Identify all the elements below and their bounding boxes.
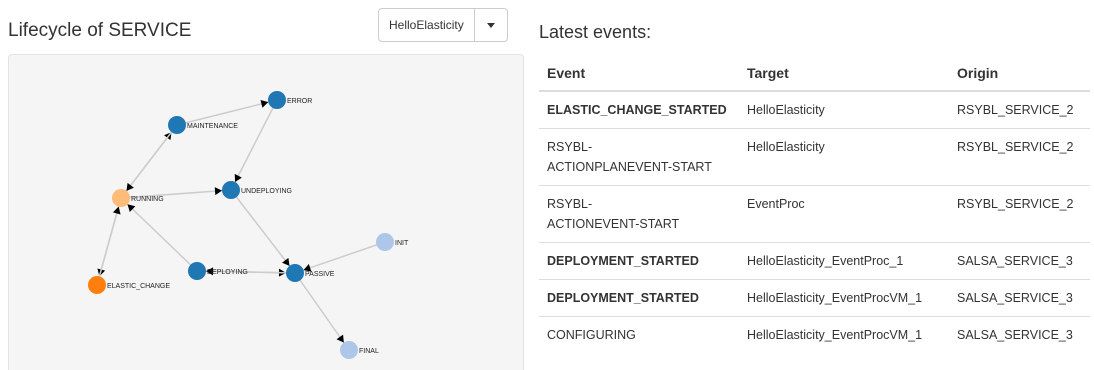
- edge-deploying-to-running: [126, 203, 198, 272]
- cell-target: HelloElasticity: [739, 128, 949, 186]
- arrowhead-icon: [126, 182, 134, 191]
- lifecycle-graph-panel: ERROR MAINTENANCE RUNNING UNDEPLOYING INIT DE…: [8, 54, 524, 370]
- table-row: ELASTIC_CHANGE_STARTED HelloElasticity RSY…: [539, 90, 1090, 129]
- cell-event: DEPLOYMENT_STARTED: [539, 242, 739, 280]
- node-passive[interactable]: PASSIVE: [286, 264, 335, 282]
- cell-origin: RSYBL_SERVICE_2: [949, 90, 1090, 129]
- node-circle[interactable]: [168, 116, 186, 134]
- node-circle[interactable]: [376, 233, 394, 251]
- caret-down-icon: [486, 22, 495, 28]
- events-header-row: Event Target Origin: [539, 54, 1090, 92]
- node-circle[interactable]: [112, 189, 130, 207]
- node-error[interactable]: ERROR: [268, 91, 312, 109]
- node-init[interactable]: INIT: [376, 233, 409, 251]
- cell-event: CONFIGURING: [539, 316, 739, 353]
- node-circle[interactable]: [188, 262, 206, 280]
- node-label: ELASTIC_CHANGE: [107, 283, 170, 290]
- node-circle[interactable]: [88, 276, 106, 294]
- arrowhead-icon: [282, 257, 290, 266]
- lifecycle-title: Lifecycle of SERVICE: [8, 20, 192, 41]
- arrowhead-icon: [112, 206, 121, 215]
- arrowhead-icon: [336, 334, 344, 343]
- node-final[interactable]: FINAL: [340, 341, 379, 359]
- node-label: UNDEPLOYING: [241, 188, 292, 195]
- node-circle[interactable]: [222, 181, 240, 199]
- events-table: Event Target Origin ELASTIC_CHANGE_START…: [539, 54, 1090, 353]
- edge-maintenance-to-running: [125, 124, 178, 192]
- node-label: MAINTENANCE: [187, 123, 238, 130]
- node-circle[interactable]: [286, 264, 304, 282]
- edge-maintenance-to-error: [176, 101, 269, 126]
- node-label: INIT: [395, 240, 409, 247]
- table-row: DEPLOYMENT_STARTED HelloElasticity_EventP…: [539, 279, 1090, 317]
- node-label: FINAL: [359, 348, 379, 355]
- cell-origin: RSYBL_SERVICE_2: [949, 185, 1090, 243]
- node-circle[interactable]: [268, 91, 286, 109]
- table-row: RSYBL- ACTIONEVENT-START EventProc RSYBL_SE…: [539, 185, 1090, 243]
- events-title: Latest events:: [539, 22, 652, 42]
- arrowhead-icon: [214, 187, 223, 196]
- lifecycle-graph: ERROR MAINTENANCE RUNNING UNDEPLOYING INIT DE…: [88, 91, 409, 359]
- service-select-value[interactable]: HelloElasticity: [379, 9, 475, 41]
- column-header-target[interactable]: Target: [739, 54, 949, 92]
- edge-elastic_change-to-running: [96, 206, 120, 286]
- cell-origin: RSYBL_SERVICE_2: [949, 128, 1090, 186]
- node-label: RUNNING: [131, 196, 164, 203]
- cell-origin: SALSA_SERVICE_3: [949, 316, 1090, 353]
- cell-event: RSYBL- ACTIONPLANEVENT-START: [539, 128, 739, 186]
- table-row: DEPLOYMENT_STARTED HelloElasticity_EventP…: [539, 242, 1090, 280]
- service-select[interactable]: HelloElasticity: [378, 8, 508, 42]
- cell-event: DEPLOYMENT_STARTED: [539, 279, 739, 317]
- node-label: PASSIVE: [305, 271, 335, 278]
- node-running[interactable]: RUNNING: [112, 189, 164, 207]
- node-label: ERROR: [287, 98, 312, 105]
- edge-init-to-passive: [303, 241, 386, 271]
- edge-error-to-undeploying: [234, 99, 278, 183]
- cell-target: HelloElasticity_EventProc_1: [739, 242, 949, 280]
- edge-passive-to-final: [294, 272, 345, 344]
- cell-target: HelloElasticity_EventProcVM_1: [739, 316, 949, 353]
- service-select-toggle[interactable]: [475, 9, 507, 41]
- node-elastic_change[interactable]: ELASTIC_CHANGE: [88, 276, 170, 294]
- column-header-event[interactable]: Event: [539, 54, 739, 92]
- cell-target: HelloElasticity_EventProcVM_1: [739, 279, 949, 317]
- node-circle[interactable]: [340, 341, 358, 359]
- edge-undeploying-to-passive: [230, 189, 291, 267]
- node-deploying[interactable]: DEPLOYING: [188, 262, 248, 280]
- cell-target: EventProc: [739, 185, 949, 243]
- column-header-origin[interactable]: Origin: [949, 54, 1090, 92]
- table-row: CONFIGURING HelloElasticity_EventProcVM_1…: [539, 316, 1090, 353]
- cell-event: ELASTIC_CHANGE_STARTED: [539, 90, 739, 129]
- cell-target: HelloElasticity: [739, 90, 949, 129]
- node-undeploying[interactable]: UNDEPLOYING: [222, 181, 292, 199]
- node-label: DEPLOYING: [207, 269, 248, 276]
- cell-origin: SALSA_SERVICE_3: [949, 242, 1090, 280]
- table-row: RSYBL- ACTIONPLANEVENT-START HelloElastici…: [539, 128, 1090, 186]
- cell-origin: SALSA_SERVICE_3: [949, 279, 1090, 317]
- arrowhead-icon: [260, 100, 269, 108]
- cell-event: RSYBL- ACTIONEVENT-START: [539, 185, 739, 243]
